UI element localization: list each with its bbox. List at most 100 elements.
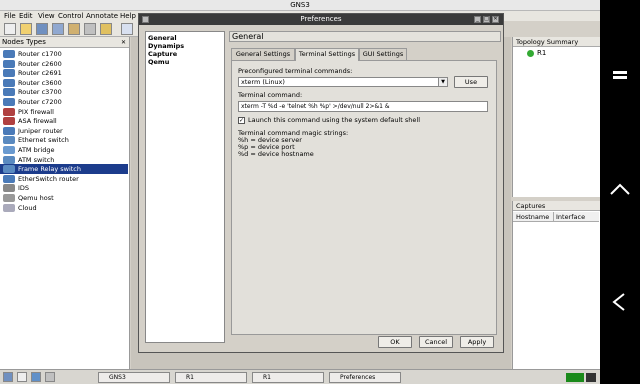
menu-edit[interactable]: Edit bbox=[19, 11, 33, 21]
preconfigured-label: Preconfigured terminal commands: bbox=[238, 67, 353, 75]
column-hostname[interactable]: Hostname bbox=[516, 212, 549, 222]
router-icon bbox=[3, 98, 15, 106]
toolbar bbox=[0, 21, 140, 37]
node-type-label: Router c2600 bbox=[18, 59, 62, 68]
terminal-command-input[interactable]: xterm -T %d -e 'telnet %h %p' >/dev/null… bbox=[238, 101, 488, 112]
preconfigured-select[interactable]: xterm (Linux) ▼ bbox=[238, 77, 448, 87]
chevron-down-icon[interactable]: ▼ bbox=[438, 78, 447, 86]
close-icon[interactable]: ✕ bbox=[492, 16, 499, 23]
topology-item-r1[interactable]: R1 bbox=[537, 49, 546, 57]
node-type-item[interactable]: PIX firewall bbox=[0, 107, 128, 117]
node-type-item[interactable]: Qemu host bbox=[0, 193, 128, 203]
window-menu-icon[interactable] bbox=[142, 16, 149, 23]
node-type-item[interactable]: ATM bridge bbox=[0, 145, 128, 155]
node-type-item[interactable]: Router c3700 bbox=[0, 87, 128, 97]
captures-header: Captures bbox=[513, 201, 600, 211]
terminal-launcher-icon[interactable] bbox=[17, 372, 27, 382]
menu-control[interactable]: Control bbox=[58, 11, 83, 21]
node-type-item[interactable]: Router c2600 bbox=[0, 59, 128, 69]
router-icon bbox=[3, 88, 15, 97]
dialog-title: Preferences bbox=[300, 15, 342, 23]
node-type-label: ASA firewall bbox=[18, 117, 57, 126]
node-type-label: Router c3700 bbox=[18, 88, 62, 97]
magic-string-hostname: %d = device hostname bbox=[238, 150, 314, 158]
node-type-item[interactable]: IDS bbox=[0, 183, 128, 193]
tab-terminal-settings[interactable]: Terminal Settings bbox=[295, 48, 359, 61]
back-icon[interactable] bbox=[608, 290, 632, 314]
close-icon[interactable]: ✕ bbox=[121, 37, 126, 48]
host-icon bbox=[3, 194, 15, 202]
default-shell-checkbox[interactable]: ✓ bbox=[238, 117, 245, 124]
cursor-icon[interactable] bbox=[121, 23, 133, 35]
terminal-settings-panel: Preconfigured terminal commands: xterm (… bbox=[231, 60, 497, 335]
save-icon[interactable] bbox=[36, 23, 48, 35]
cancel-button[interactable]: Cancel bbox=[419, 336, 453, 348]
node-type-item[interactable]: Ethernet switch bbox=[0, 135, 128, 145]
files-launcher-icon[interactable] bbox=[45, 372, 55, 382]
save-as-icon[interactable] bbox=[52, 23, 64, 35]
topology-summary-header: Topology Summary bbox=[513, 37, 600, 47]
preconfigured-value: xterm (Linux) bbox=[241, 78, 285, 86]
start-menu-icon[interactable] bbox=[3, 372, 13, 382]
ok-button[interactable]: OK bbox=[378, 336, 412, 348]
maximize-icon[interactable]: □ bbox=[483, 16, 490, 23]
apply-button[interactable]: Apply bbox=[460, 336, 494, 348]
node-type-label: PIX firewall bbox=[18, 107, 54, 116]
category-list: General Dynamips Capture Qemu bbox=[145, 31, 225, 343]
menu-file[interactable]: File bbox=[4, 11, 16, 21]
home-icon[interactable] bbox=[608, 178, 632, 202]
switch-icon bbox=[3, 155, 15, 164]
browser-launcher-icon[interactable] bbox=[31, 372, 41, 382]
router-icon bbox=[3, 50, 15, 58]
router-icon bbox=[3, 126, 15, 135]
node-type-item[interactable]: EtherSwitch router bbox=[0, 174, 128, 184]
node-type-label: ATM switch bbox=[18, 155, 55, 164]
open-folder-icon[interactable] bbox=[20, 23, 32, 35]
switch-icon bbox=[3, 136, 15, 145]
use-button[interactable]: Use bbox=[454, 76, 488, 88]
bridge-icon bbox=[3, 146, 15, 154]
node-type-label: Juniper router bbox=[18, 126, 63, 135]
menu-view[interactable]: View bbox=[38, 11, 55, 21]
captures-panel: Captures Hostname Interface bbox=[512, 201, 600, 369]
export-icon[interactable] bbox=[100, 23, 112, 35]
new-file-icon[interactable] bbox=[4, 23, 16, 35]
task-r1-second[interactable]: R1 bbox=[252, 372, 324, 383]
node-type-item[interactable]: Juniper router bbox=[0, 126, 128, 136]
category-dynamips[interactable]: Dynamips bbox=[148, 42, 184, 50]
node-type-item[interactable]: Frame Relay switch bbox=[0, 164, 128, 175]
node-type-item[interactable]: Router c3600 bbox=[0, 78, 128, 88]
preferences-dialog: Preferences _ □ ✕ General Dynamips Captu… bbox=[138, 13, 504, 353]
menu-annotate[interactable]: Annotate bbox=[86, 11, 118, 21]
category-general[interactable]: General bbox=[148, 34, 177, 42]
task-preferences[interactable]: Preferences bbox=[329, 372, 401, 383]
desktop-screen: GNS3 File Edit View Control Annotate Hel… bbox=[0, 0, 600, 384]
category-qemu[interactable]: Qemu bbox=[148, 58, 169, 66]
snapshot-icon[interactable] bbox=[84, 23, 96, 35]
section-title: General bbox=[229, 31, 501, 42]
node-type-item[interactable]: ATM switch bbox=[0, 155, 128, 165]
import-icon[interactable] bbox=[68, 23, 80, 35]
column-interface[interactable]: Interface bbox=[553, 212, 585, 222]
node-type-item[interactable]: ASA firewall bbox=[0, 116, 128, 126]
node-type-item[interactable]: Router c7200 bbox=[0, 97, 128, 107]
node-type-label: Frame Relay switch bbox=[18, 165, 81, 174]
node-type-item[interactable]: Router c2691 bbox=[0, 68, 128, 78]
menu-help[interactable]: Help bbox=[120, 11, 136, 21]
topology-summary-panel: Topology Summary R1 bbox=[512, 37, 600, 197]
node-type-item[interactable]: Router c1700 bbox=[0, 49, 128, 59]
task-gns3[interactable]: GNS3 bbox=[98, 372, 170, 383]
node-type-label: IDS bbox=[18, 184, 30, 193]
tab-gui-settings[interactable]: GUI Settings bbox=[359, 48, 407, 60]
category-capture[interactable]: Capture bbox=[148, 50, 177, 58]
task-r1[interactable]: R1 bbox=[175, 372, 247, 383]
node-type-label: Cloud bbox=[18, 203, 37, 212]
nodes-panel: Nodes Types ✕ Router c1700 Router c2600 Ro… bbox=[0, 37, 130, 369]
minimize-icon[interactable]: _ bbox=[474, 16, 481, 23]
tab-general-settings[interactable]: General Settings bbox=[231, 48, 295, 60]
terminal-command-label: Terminal command: bbox=[238, 91, 303, 99]
firewall-icon bbox=[3, 117, 15, 126]
recent-apps-icon[interactable] bbox=[608, 65, 632, 89]
node-type-label: Router c3600 bbox=[18, 78, 62, 87]
node-type-item[interactable]: Cloud bbox=[0, 203, 128, 213]
